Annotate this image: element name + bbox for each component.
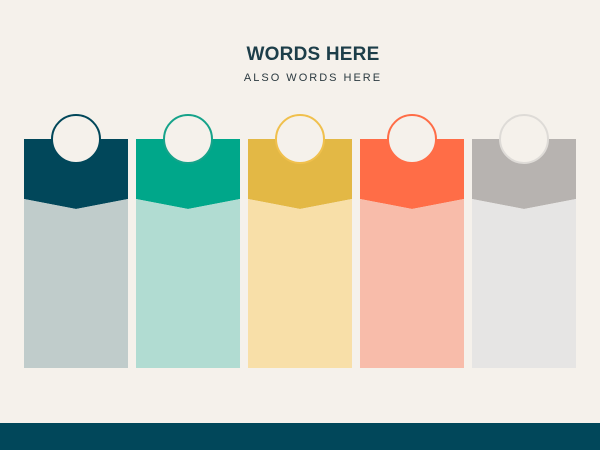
page-subtitle: ALSO WORDS HERE [243, 72, 383, 84]
circle-badge [387, 114, 437, 164]
column-4 [360, 112, 464, 370]
footer-bar [0, 423, 600, 450]
column-2 [136, 112, 240, 370]
circle-badge [163, 114, 213, 164]
column-5 [472, 112, 576, 370]
circle-badge [51, 114, 101, 164]
circle-badge [499, 114, 549, 164]
circle-badge [275, 114, 325, 164]
column-group [24, 112, 576, 370]
column-3 [248, 112, 352, 370]
column-1 [24, 112, 128, 370]
page-title: WORDS HERE [246, 44, 380, 65]
